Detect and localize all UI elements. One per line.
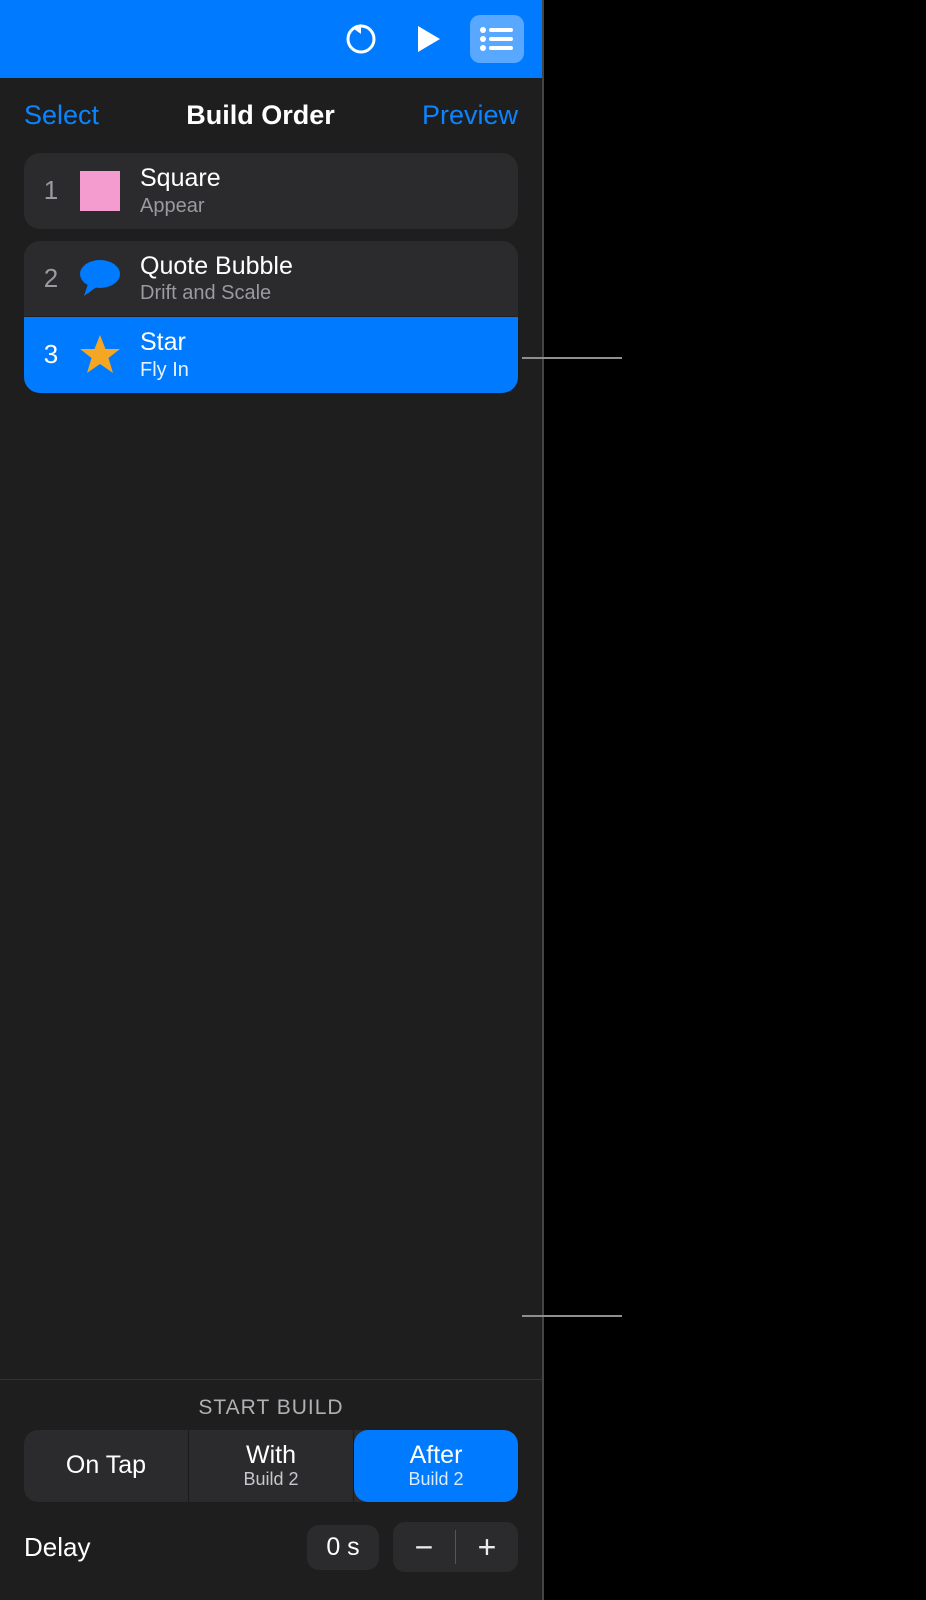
undo-icon [344, 22, 378, 56]
build-item-1[interactable]: 1 Square Appear [24, 153, 518, 229]
build-item-2[interactable]: 2 Quote Bubble Drift and Scale [24, 241, 518, 318]
play-button[interactable] [402, 15, 456, 63]
list-icon [479, 26, 515, 52]
panel-title: Build Order [186, 100, 335, 131]
delay-stepper: − + [393, 1522, 518, 1572]
build-number: 2 [42, 263, 60, 294]
build-group-2: 2 Quote Bubble Drift and Scale 3 [24, 241, 518, 393]
start-on-tap[interactable]: On Tap [24, 1430, 189, 1502]
start-after[interactable]: After Build 2 [354, 1430, 518, 1502]
callout-line-icon [522, 1315, 622, 1317]
segment-sublabel: Build 2 [243, 1470, 298, 1490]
build-number: 3 [42, 339, 60, 370]
build-list: 1 Square Appear 2 [0, 149, 542, 393]
build-title: Star [140, 329, 189, 357]
callout-line-icon [522, 357, 622, 359]
select-button[interactable]: Select [24, 100, 99, 131]
build-title: Quote Bubble [140, 253, 293, 281]
build-effect: Fly In [140, 359, 189, 381]
build-group-1: 1 Square Appear [24, 153, 518, 229]
segment-label: On Tap [66, 1452, 146, 1480]
start-with[interactable]: With Build 2 [189, 1430, 354, 1502]
delay-value[interactable]: 0 s [307, 1525, 379, 1570]
top-toolbar [0, 0, 542, 78]
delay-label: Delay [24, 1532, 293, 1563]
segment-sublabel: Build 2 [408, 1470, 463, 1490]
delay-row: Delay 0 s − + [24, 1522, 518, 1572]
build-item-3[interactable]: 3 Star Fly In [24, 317, 518, 393]
play-icon [415, 24, 443, 54]
build-effect: Appear [140, 195, 221, 217]
build-title: Square [140, 165, 221, 193]
segment-label: After [410, 1442, 463, 1470]
speech-bubble-icon [78, 256, 122, 300]
start-build-label: START BUILD [24, 1396, 518, 1420]
delay-decrease-button[interactable]: − [393, 1522, 455, 1572]
square-icon [78, 169, 122, 213]
list-view-button[interactable] [470, 15, 524, 63]
start-build-segmented: On Tap With Build 2 After Build 2 [24, 1430, 518, 1502]
star-icon [78, 333, 122, 377]
undo-button[interactable] [334, 15, 388, 63]
delay-increase-button[interactable]: + [456, 1522, 518, 1572]
preview-button[interactable]: Preview [422, 100, 518, 131]
build-order-panel: Select Build Order Preview 1 Square Appe… [0, 0, 544, 1600]
segment-label: With [246, 1442, 296, 1470]
header-row: Select Build Order Preview [0, 78, 542, 149]
bottom-controls: START BUILD On Tap With Build 2 After Bu… [0, 1379, 542, 1600]
build-effect: Drift and Scale [140, 282, 293, 304]
build-number: 1 [42, 175, 60, 206]
